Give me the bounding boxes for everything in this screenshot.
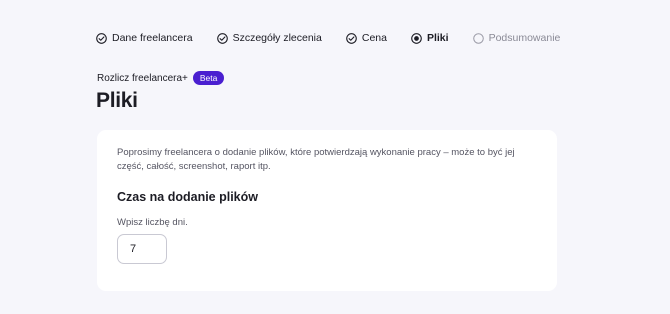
check-circle-icon: [216, 32, 228, 44]
step-label: Podsumowanie: [488, 32, 561, 44]
beta-badge: Beta: [192, 71, 225, 85]
step-label: Szczegóły zlecenia: [232, 32, 322, 44]
days-input-label: Wpisz liczbę dni.: [117, 217, 188, 228]
product-name: Rozlicz freelancera+: [97, 72, 188, 84]
product-breadcrumb: Rozlicz freelancera+ Beta: [97, 71, 225, 85]
check-circle-icon: [346, 32, 357, 44]
step-pliki[interactable]: Pliki: [411, 32, 449, 44]
step-label: Cena: [361, 32, 387, 44]
step-dane-freelancera[interactable]: Dane freelancera: [96, 32, 193, 44]
section-title: Czas na dodanie plików: [117, 190, 258, 204]
step-label: Dane freelancera: [112, 32, 193, 44]
page-title: Pliki: [96, 89, 138, 112]
radio-filled-icon: [411, 32, 422, 44]
radio-empty-icon: [472, 32, 484, 44]
progress-stepper: Dane freelancera Szczegóły zlecenia Cena…: [96, 32, 584, 44]
days-input[interactable]: [117, 234, 167, 264]
check-circle-icon: [96, 32, 107, 44]
step-podsumowanie[interactable]: Podsumowanie: [472, 32, 561, 44]
step-szczegoly-zlecenia[interactable]: Szczegóły zlecenia: [216, 32, 322, 44]
step-cena[interactable]: Cena: [346, 32, 387, 44]
files-description: Poprosimy freelancera o dodanie plików, …: [117, 147, 515, 172]
files-card: Poprosimy freelancera o dodanie plików, …: [97, 130, 557, 291]
step-label: Pliki: [426, 32, 449, 44]
